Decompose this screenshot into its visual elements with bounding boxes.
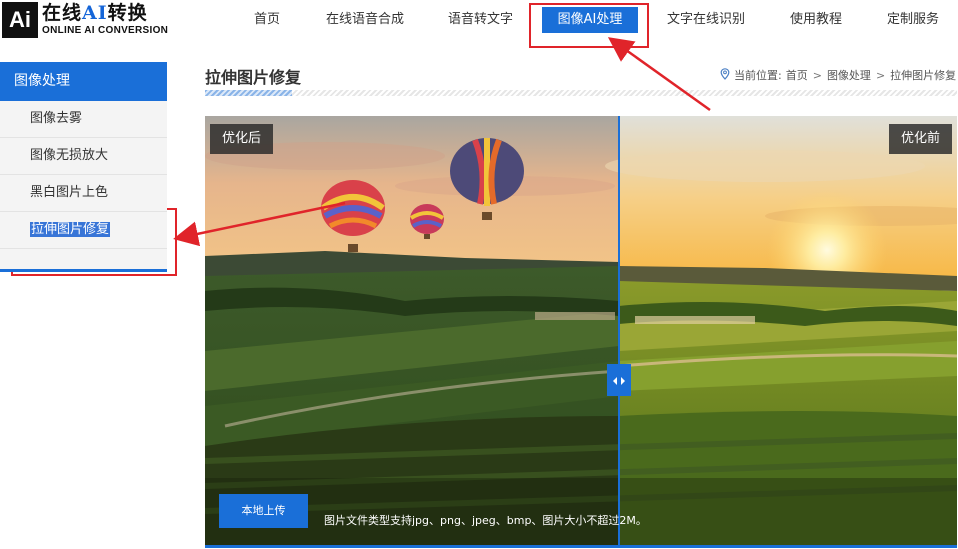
breadcrumb-current: 拉伸图片修复 [890,69,957,82]
site-logo[interactable]: Ai 在线AI转换 ONLINE AI CONVERSION [0,0,168,40]
nav-item-tutorial[interactable]: 使用教程 [790,7,842,33]
top-bar: Ai 在线AI转换 ONLINE AI CONVERSION 首页 在线语音合成… [0,0,958,42]
location-pin-icon [720,67,730,83]
title-divider-accent [205,90,292,96]
breadcrumb-separator: > [875,68,886,82]
logo-name-suffix: 转换 [107,2,148,24]
logo-text: 在线AI转换 ONLINE AI CONVERSION [42,4,168,36]
page-title: 拉伸图片修复 [205,68,302,87]
upload-hint-text: 图片文件类型支持jpg、png、jpeg、bmp、图片大小不超过2M。 [324,514,647,527]
sidebar-item-colorize[interactable]: 黑白图片上色 [0,175,167,212]
nav-item-ocr[interactable]: 文字在线识别 [667,7,745,33]
breadcrumb-prefix: 当前位置: [734,69,782,82]
sidebar-item-label: 黑白图片上色 [30,185,109,200]
sidebar-title: 图像处理 [0,62,167,101]
breadcrumb-home[interactable]: 首页 [786,67,808,83]
sidebar: 图像处理 图像去雾 图像无损放大 黑白图片上色 拉伸图片修复 [0,62,167,272]
nav-item-home[interactable]: 首页 [254,7,280,33]
logo-subtitle: ONLINE AI CONVERSION [42,25,169,36]
sidebar-item-stretch-repair[interactable]: 拉伸图片修复 [0,212,167,249]
nav-item-image-ai[interactable]: 图像AI处理 [542,7,638,33]
label-after: 优化后 [210,124,274,154]
sidebar-bottom-bar [0,269,167,272]
nav-item-speech-to-text[interactable]: 语音转文字 [448,7,513,33]
nav-item-custom-service[interactable]: 定制服务 [887,7,939,33]
title-divider [205,90,957,96]
sidebar-item-label: 拉伸图片修复 [30,222,111,237]
left-right-arrows-icon [612,371,626,390]
annotation-arrow-nav [607,37,711,112]
breadcrumb-separator: > [812,68,822,82]
viewer-bottom-bar [205,545,957,548]
breadcrumb-category[interactable]: 图像处理 [827,67,871,83]
logo-name-ai: AI [82,2,108,24]
image-compare-viewer[interactable]: 优化后 优化前 本地上传 图片文件类型支持jpg、png、jpeg、bmp、图片… [205,116,957,548]
label-before: 优化前 [888,124,952,154]
local-upload-button[interactable]: 本地上传 [219,494,308,528]
sidebar-item-dehaze[interactable]: 图像去雾 [0,101,167,138]
sidebar-item-label: 图像无损放大 [30,148,109,163]
compare-divider[interactable] [618,116,620,548]
logo-mark: Ai [2,2,38,38]
logo-name: 在线AI转换 [42,4,168,23]
nav-item-tts[interactable]: 在线语音合成 [326,7,404,33]
breadcrumb: 当前位置: 首页 > 图像处理 > 拉伸图片修复 [720,67,956,83]
logo-name-prefix: 在线 [42,2,83,24]
sidebar-item-label: 图像去雾 [30,111,83,126]
compare-handle[interactable] [607,364,631,396]
sidebar-item-upscale[interactable]: 图像无损放大 [0,138,167,175]
